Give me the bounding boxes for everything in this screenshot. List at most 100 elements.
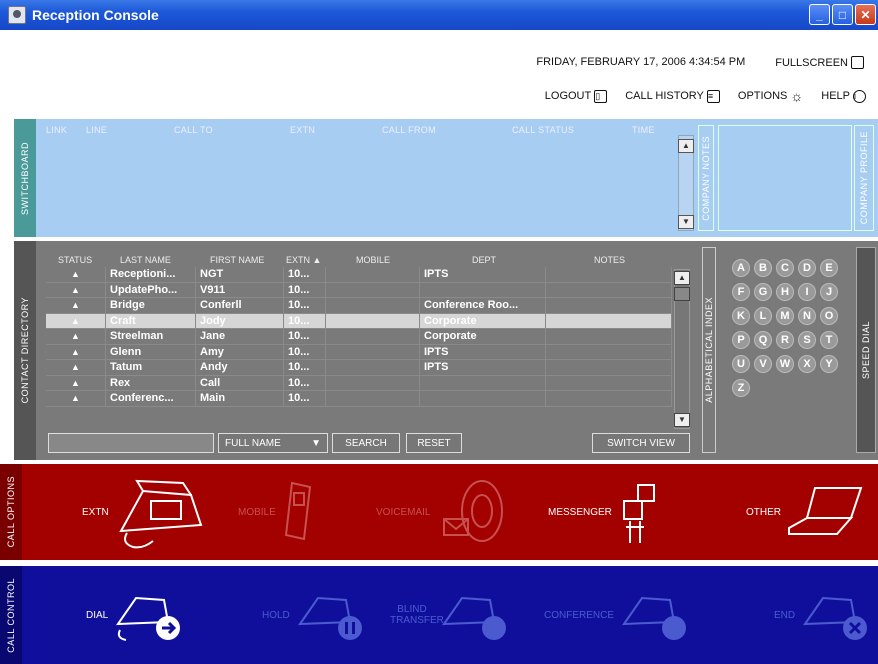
letter-g-button[interactable]: G bbox=[754, 283, 772, 301]
call-options-tab[interactable]: CALL OPTIONS bbox=[0, 464, 22, 560]
scroll-down-button[interactable]: ▼ bbox=[678, 215, 694, 229]
letter-m-button[interactable]: M bbox=[776, 307, 794, 325]
call-history-link[interactable]: CALL HISTORY ≡ bbox=[625, 88, 720, 104]
options-link[interactable]: OPTIONS ☼ bbox=[738, 88, 803, 104]
table-row[interactable]: ▲ Conferenc... Main 10... bbox=[46, 391, 672, 407]
letter-e-button[interactable]: E bbox=[820, 259, 838, 277]
table-cell bbox=[420, 391, 546, 406]
voicemail-option[interactable]: VOICEMAIL bbox=[376, 464, 514, 560]
alphabetical-index-tab[interactable]: ALPHABETICAL INDEX bbox=[702, 247, 716, 453]
other-label: OTHER bbox=[746, 506, 781, 518]
company-notes-tab[interactable]: COMPANY NOTES bbox=[698, 125, 714, 231]
options-label: OPTIONS bbox=[737, 90, 788, 102]
table-cell: 10... bbox=[284, 282, 326, 297]
letter-q-button[interactable]: Q bbox=[754, 331, 772, 349]
table-cell bbox=[546, 282, 672, 297]
logout-link[interactable]: LOGOUT ▯ bbox=[545, 88, 608, 104]
letter-f-button[interactable]: F bbox=[732, 283, 750, 301]
table-cell: 10... bbox=[284, 313, 326, 328]
close-button[interactable]: ✕ bbox=[855, 4, 876, 25]
help-link[interactable]: HELP i bbox=[821, 88, 866, 104]
table-cell bbox=[546, 313, 672, 328]
dial-button[interactable]: DIAL bbox=[86, 566, 182, 664]
col-status[interactable]: STATUS bbox=[58, 255, 92, 265]
letter-o-button[interactable]: O bbox=[820, 307, 838, 325]
letter-y-button[interactable]: Y bbox=[820, 355, 838, 373]
letter-k-button[interactable]: K bbox=[732, 307, 750, 325]
letter-b-button[interactable]: B bbox=[754, 259, 772, 277]
switch-view-button[interactable]: SWITCH VIEW bbox=[592, 433, 690, 453]
end-button[interactable]: END bbox=[774, 566, 869, 664]
speed-dial-tab[interactable]: SPEED DIAL bbox=[856, 247, 876, 453]
table-cell: Bridge bbox=[106, 298, 196, 313]
desk-phone-icon bbox=[118, 479, 203, 549]
table-cell: Conferenc... bbox=[106, 391, 196, 406]
table-cell: Craft bbox=[106, 313, 196, 328]
letter-d-button[interactable]: D bbox=[798, 259, 816, 277]
col-first-name[interactable]: FIRST NAME bbox=[210, 255, 264, 265]
company-notes-area bbox=[718, 125, 852, 231]
minimize-button[interactable]: _ bbox=[809, 4, 830, 25]
blind-transfer-button[interactable]: BLIND TRANSFER bbox=[390, 566, 508, 664]
fullscreen-link[interactable]: FULLSCREEN bbox=[775, 56, 864, 69]
switchboard-tab[interactable]: SWITCHBOARD bbox=[14, 119, 36, 237]
col-notes[interactable]: NOTES bbox=[594, 255, 625, 265]
letter-l-button[interactable]: L bbox=[754, 307, 772, 325]
table-cell: Andy bbox=[196, 360, 284, 375]
letter-a-button[interactable]: A bbox=[732, 259, 750, 277]
search-button[interactable]: SEARCH bbox=[332, 433, 400, 453]
table-cell: ▲ bbox=[46, 298, 106, 313]
col-mobile[interactable]: MOBILE bbox=[356, 255, 390, 265]
letter-i-button[interactable]: I bbox=[798, 283, 816, 301]
col-last-name[interactable]: LAST NAME bbox=[120, 255, 171, 265]
directory-scroll-down[interactable]: ▼ bbox=[674, 413, 690, 427]
letter-c-button[interactable]: C bbox=[776, 259, 794, 277]
table-cell: ▲ bbox=[46, 282, 106, 297]
end-call-icon bbox=[803, 596, 868, 640]
conference-button[interactable]: CONFERENCE bbox=[544, 566, 688, 664]
contact-directory-tab[interactable]: CONTACT DIRECTORY bbox=[14, 241, 36, 460]
col-dept[interactable]: DEPT bbox=[472, 255, 496, 265]
table-row[interactable]: ▲ Bridge Conferll 10... Conference Roo... bbox=[46, 298, 672, 314]
directory-scroll-thumb[interactable] bbox=[674, 287, 690, 301]
letter-u-button[interactable]: U bbox=[732, 355, 750, 373]
letter-h-button[interactable]: H bbox=[776, 283, 794, 301]
maximize-button[interactable]: □ bbox=[832, 4, 853, 25]
table-row[interactable]: ▲ Receptioni... NGT 10... IPTS bbox=[46, 267, 672, 283]
speed-dial-label: SPEED DIAL bbox=[861, 320, 871, 380]
company-profile-tab[interactable]: COMPANY PROFILE bbox=[854, 125, 874, 231]
mobile-option[interactable]: MOBILE bbox=[238, 464, 320, 560]
letter-t-button[interactable]: T bbox=[820, 331, 838, 349]
messenger-option[interactable]: MESSENGER bbox=[548, 464, 662, 560]
call-control-tab[interactable]: CALL CONTROL bbox=[0, 566, 22, 664]
letter-j-button[interactable]: J bbox=[820, 283, 838, 301]
letter-n-button[interactable]: N bbox=[798, 307, 816, 325]
col-extn[interactable]: EXTN ▲ bbox=[286, 255, 321, 265]
directory-scroll-up[interactable]: ▲ bbox=[674, 271, 690, 285]
reset-button[interactable]: RESET bbox=[406, 433, 462, 453]
table-row[interactable]: ▲ Streelman Jane 10... Corporate bbox=[46, 329, 672, 345]
letter-v-button[interactable]: V bbox=[754, 355, 772, 373]
letter-x-button[interactable]: X bbox=[798, 355, 816, 373]
letter-s-button[interactable]: S bbox=[798, 331, 816, 349]
table-cell: 10... bbox=[284, 344, 326, 359]
search-input[interactable] bbox=[48, 433, 214, 453]
letter-w-button[interactable]: W bbox=[776, 355, 794, 373]
table-cell bbox=[546, 329, 672, 344]
table-cell: Jody bbox=[196, 313, 284, 328]
table-row[interactable]: ▲ Tatum Andy 10... IPTS bbox=[46, 360, 672, 376]
scroll-up-button[interactable]: ▲ bbox=[678, 139, 694, 153]
table-row[interactable]: ▲ Craft Jody 10... Corporate bbox=[46, 313, 672, 329]
table-row[interactable]: ▲ Rex Call 10... bbox=[46, 375, 672, 391]
letter-r-button[interactable]: R bbox=[776, 331, 794, 349]
hold-button[interactable]: HOLD bbox=[262, 566, 364, 664]
letter-p-button[interactable]: P bbox=[732, 331, 750, 349]
table-row[interactable]: ▲ Glenn Amy 10... IPTS bbox=[46, 344, 672, 360]
fullscreen-icon bbox=[851, 56, 864, 69]
letter-z-button[interactable]: Z bbox=[732, 379, 750, 397]
search-mode-select[interactable]: FULL NAME ▼ bbox=[218, 433, 328, 453]
table-cell bbox=[326, 391, 420, 406]
table-row[interactable]: ▲ UpdatePho... V911 10... bbox=[46, 282, 672, 298]
other-option[interactable]: OTHER bbox=[746, 464, 865, 560]
extn-option[interactable]: EXTN bbox=[82, 464, 205, 560]
